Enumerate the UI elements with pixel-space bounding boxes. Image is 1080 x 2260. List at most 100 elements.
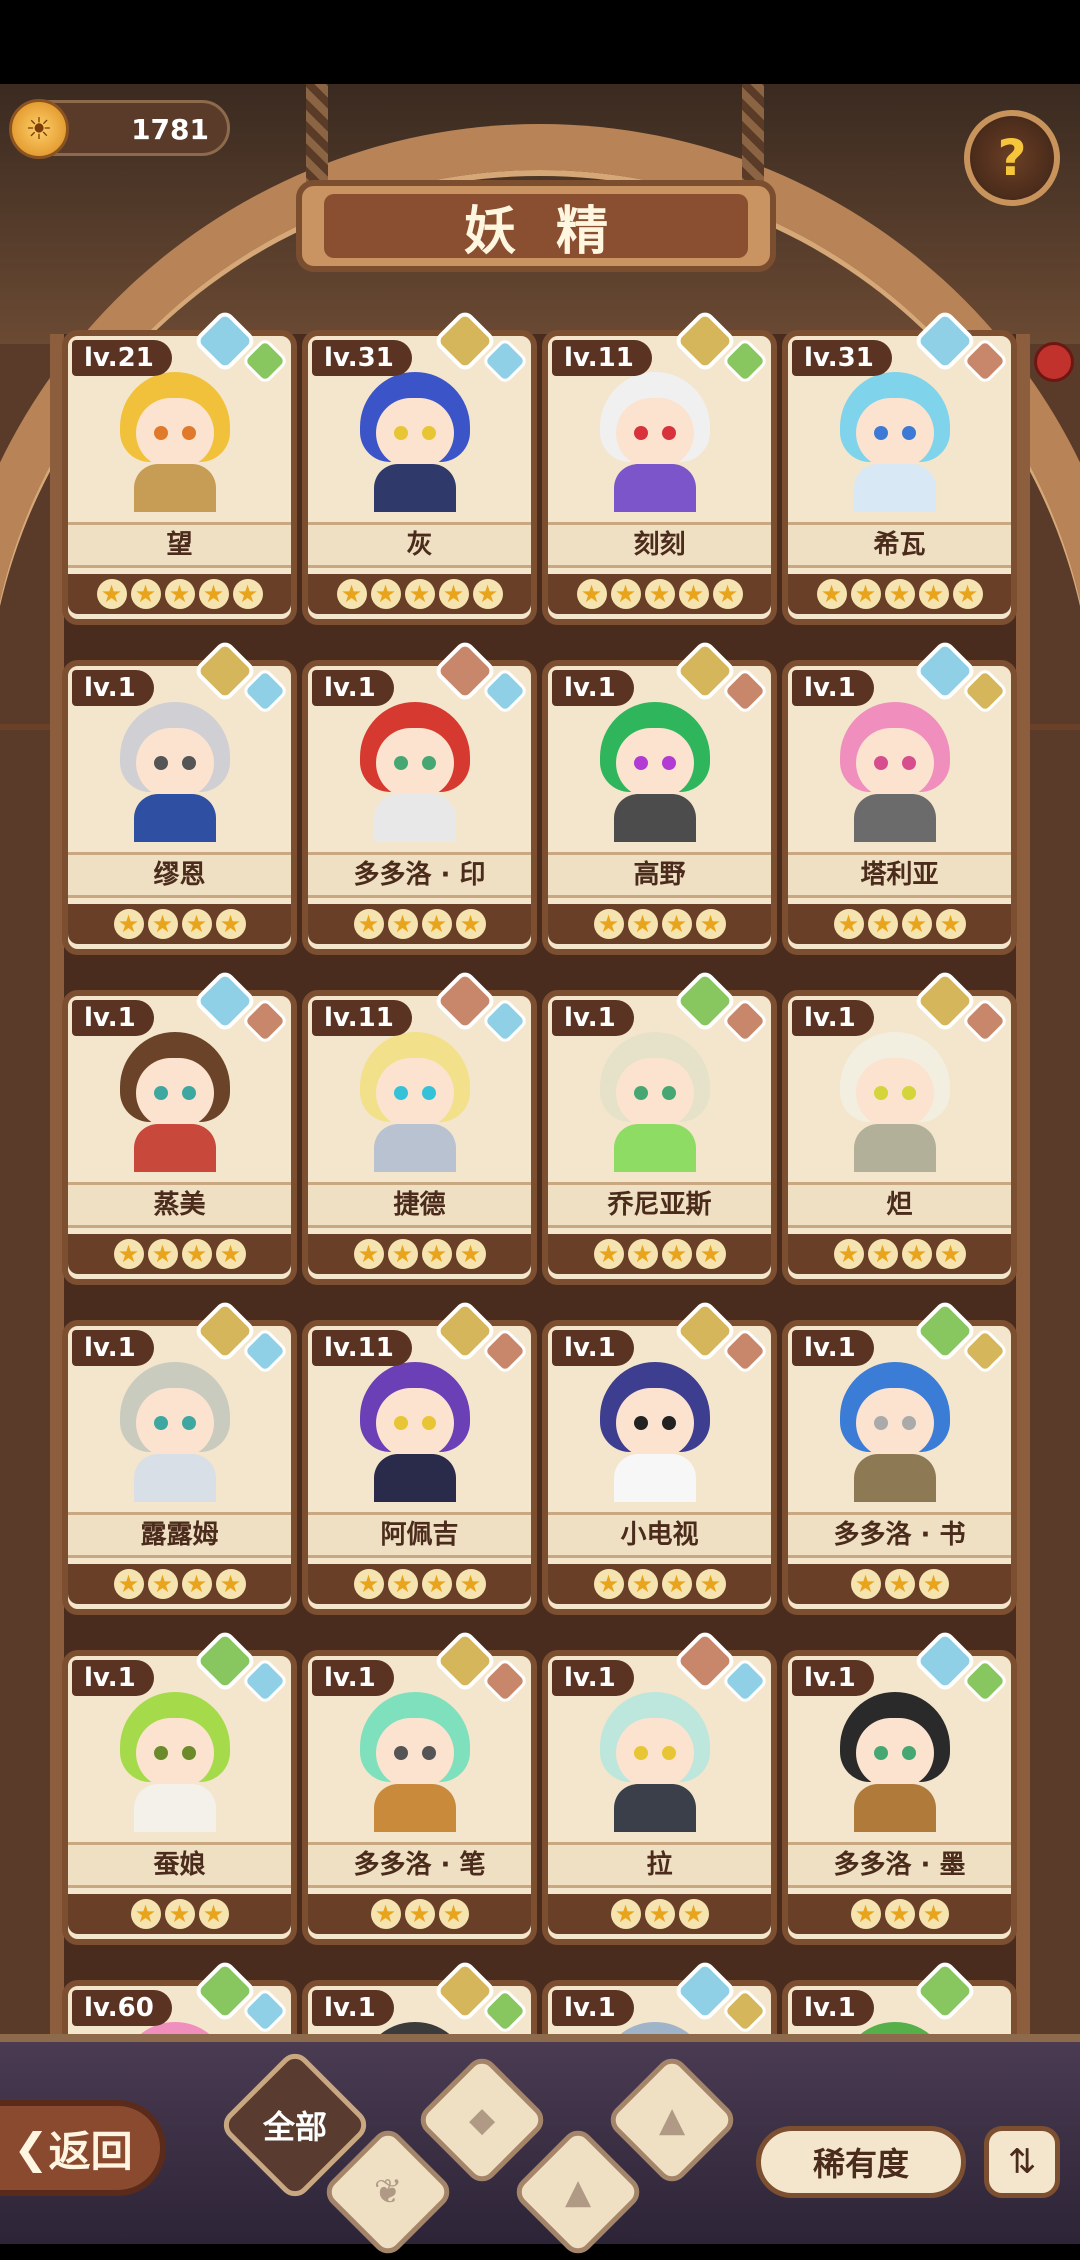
star-icon: ★ [164, 1899, 195, 1929]
fairy-card[interactable]: lv.1 乔尼亚斯 ★ ★ ★ ★ [542, 968, 777, 1285]
star-icon: ★ [593, 909, 624, 939]
star-icon: ★ [661, 1239, 692, 1269]
level-badge: lv.21 [72, 340, 172, 376]
char-face [376, 1058, 454, 1128]
sort-order-button[interactable]: ⇅ [984, 2126, 1060, 2198]
fairy-card[interactable]: lv.21 望 ★ ★ ★ ★ ★ [62, 308, 297, 625]
fairy-card[interactable]: lv.1 多多洛 · 笔 ★ ★ ★ [302, 1628, 537, 1945]
fairy-portrait [796, 1672, 993, 1832]
rarity-sort-button[interactable]: 稀有度 [756, 2126, 966, 2198]
char-eye-right [182, 1086, 196, 1100]
char-face [856, 1058, 934, 1128]
char-face [616, 1058, 694, 1128]
char-eye-left [874, 1416, 888, 1430]
level-badge: lv.1 [792, 1660, 874, 1696]
char-body [134, 1784, 216, 1832]
star-icon: ★ [918, 1899, 949, 1929]
fairy-portrait [556, 1012, 753, 1172]
fairy-name: 蚕娘 [68, 1842, 291, 1888]
char-eye-left [874, 1746, 888, 1760]
star-icon: ★ [695, 1569, 726, 1599]
fairy-card[interactable]: lv.1 缪恩 ★ ★ ★ ★ [62, 638, 297, 955]
char-face [616, 1388, 694, 1458]
char-face [136, 728, 214, 798]
level-badge: lv.60 [72, 1990, 172, 2026]
fairy-card[interactable]: lv.1 多多洛 · 印 ★ ★ ★ ★ [302, 638, 537, 955]
fairy-card[interactable]: lv.1 塔利亚 ★ ★ ★ ★ [782, 638, 1017, 955]
back-button-label: 返回 [48, 2126, 133, 2176]
char-eye-left [154, 1746, 168, 1760]
back-button[interactable]: ❮ 返回 [0, 2100, 166, 2196]
star-icon: ★ [816, 579, 847, 609]
star-icon: ★ [576, 579, 607, 609]
star-icon: ★ [918, 1569, 949, 1599]
star-icon: ★ [421, 909, 452, 939]
fairy-name: 露露姆 [68, 1512, 291, 1558]
char-eye-right [182, 1416, 196, 1430]
star-icon: ★ [833, 909, 864, 939]
fairy-card[interactable]: lv.31 希瓦 ★ ★ ★ ★ ★ [782, 308, 1017, 625]
fairy-portrait [76, 1012, 273, 1172]
fairy-card[interactable]: lv.11 阿佩吉 ★ ★ ★ ★ [302, 1298, 537, 1615]
char-eye-right [182, 426, 196, 440]
star-icon: ★ [627, 1569, 658, 1599]
char-face [136, 1058, 214, 1128]
currency-value: 1781 [131, 113, 209, 146]
char-face [136, 1718, 214, 1788]
char-face [616, 1718, 694, 1788]
page-title: 妖精 [324, 194, 748, 262]
fairy-card[interactable]: lv.1 多多洛 · 书 ★ ★ ★ [782, 1298, 1017, 1615]
star-icon: ★ [130, 1899, 161, 1929]
level-badge: lv.1 [72, 1330, 154, 1366]
help-button[interactable]: ? [964, 110, 1060, 206]
fairy-card[interactable]: lv.11 捷德 ★ ★ ★ ★ [302, 968, 537, 1285]
char-body [614, 1784, 696, 1832]
star-icon: ★ [661, 909, 692, 939]
star-icon: ★ [147, 1569, 178, 1599]
fairy-portrait [556, 1342, 753, 1502]
fairy-name: 乔尼亚斯 [548, 1182, 771, 1228]
star-rating: ★ ★ ★ ★ ★ [68, 574, 291, 614]
star-icon: ★ [661, 1569, 692, 1599]
star-icon: ★ [644, 1899, 675, 1929]
char-eye-right [422, 756, 436, 770]
star-rating: ★ ★ ★ [308, 1894, 531, 1934]
fairy-portrait [316, 1342, 513, 1502]
char-eye-left [154, 1086, 168, 1100]
star-icon: ★ [610, 579, 641, 609]
star-icon: ★ [370, 1899, 401, 1929]
fairy-card[interactable]: lv.1 炟 ★ ★ ★ ★ [782, 968, 1017, 1285]
star-rating: ★ ★ ★ ★ ★ [308, 574, 531, 614]
char-body [134, 1454, 216, 1502]
char-body [374, 794, 456, 842]
fairy-card[interactable]: lv.31 灰 ★ ★ ★ ★ ★ [302, 308, 537, 625]
fairy-card[interactable]: lv.1 高野 ★ ★ ★ ★ [542, 638, 777, 955]
fairy-card[interactable]: lv.11 刻刻 ★ ★ ★ ★ ★ [542, 308, 777, 625]
star-icon: ★ [113, 1569, 144, 1599]
char-eye-left [394, 1086, 408, 1100]
char-eye-left [634, 1416, 648, 1430]
status-bar-area [0, 0, 1080, 84]
star-rating: ★ ★ ★ ★ [308, 904, 531, 944]
char-face [856, 1388, 934, 1458]
fairy-card[interactable]: lv.1 拉 ★ ★ ★ [542, 1628, 777, 1945]
droplet-icon: ◆ [468, 2100, 496, 2140]
char-eye-left [634, 426, 648, 440]
fairy-card[interactable]: lv.1 小电视 ★ ★ ★ ★ [542, 1298, 777, 1615]
fairy-portrait [796, 1342, 993, 1502]
char-body [854, 1784, 936, 1832]
char-eye-left [634, 756, 648, 770]
char-body [614, 1454, 696, 1502]
fairy-card[interactable]: lv.1 多多洛 · 墨 ★ ★ ★ [782, 1628, 1017, 1945]
fairy-card[interactable]: lv.1 露露姆 ★ ★ ★ ★ [62, 1298, 297, 1615]
star-icon: ★ [455, 909, 486, 939]
level-badge: lv.1 [72, 1660, 154, 1696]
char-face [376, 1718, 454, 1788]
level-badge: lv.1 [312, 1990, 394, 2026]
star-icon: ★ [181, 1239, 212, 1269]
fairy-name: 小电视 [548, 1512, 771, 1558]
fairy-card[interactable]: lv.1 蒸美 ★ ★ ★ ★ [62, 968, 297, 1285]
star-icon: ★ [455, 1569, 486, 1599]
fairy-card[interactable]: lv.1 蚕娘 ★ ★ ★ [62, 1628, 297, 1945]
star-icon: ★ [935, 909, 966, 939]
